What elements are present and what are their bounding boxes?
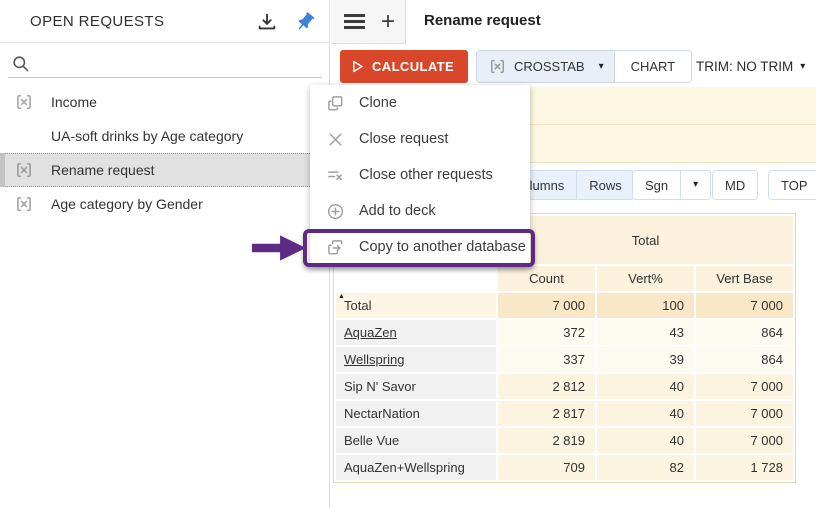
crosstab-dropdown-caret[interactable]: ▾ — [595, 51, 614, 82]
cell-value: 709 — [498, 455, 595, 480]
cell-value: 864 — [696, 347, 793, 372]
cell-value: 337 — [498, 347, 595, 372]
crosstab-icon — [489, 58, 506, 75]
top-toggle: TOP — [768, 170, 816, 200]
sidebar-item-age-by-gender[interactable]: Age category by Gender — [0, 187, 330, 221]
cell-value: 1 728 — [696, 455, 793, 480]
crosstab-icon — [15, 161, 33, 179]
sidebar-item-rename-request[interactable]: Rename request — [0, 153, 330, 187]
table-row: AquaZen 372 43 864 — [336, 320, 793, 345]
trim-dropdown[interactable]: TRIM: NO TRIM ▾ — [696, 50, 805, 83]
crosstab-icon — [15, 93, 33, 111]
table-row: NectarNation 2 817 40 7 000 — [336, 401, 793, 426]
cell-value: 372 — [498, 320, 595, 345]
total-column-group-header[interactable]: Total — [498, 216, 793, 264]
request-context-menu: Clone Close request Close other requests — [310, 85, 530, 265]
table-row: ▲ Total 7 000 100 7 000 — [336, 293, 793, 318]
sidebar-item-income[interactable]: Income — [0, 85, 330, 119]
column-header-count[interactable]: Count — [498, 266, 595, 291]
chevron-down-icon: ▾ — [693, 180, 698, 190]
sidebar-item-label: UA-soft drinks by Age category — [51, 128, 243, 144]
row-label-aquazen-wellspring: AquaZen+Wellspring — [336, 455, 496, 480]
table-row: Sip N' Savor 2 812 40 7 000 — [336, 374, 793, 399]
sidebar-item-ua-soft-drinks[interactable]: UA-soft drinks by Age category — [0, 119, 330, 153]
tab-strip: + — [331, 0, 406, 44]
cell-value: 7 000 — [498, 293, 595, 318]
sgn-split-button: Sgn ▾ — [632, 170, 711, 200]
row-label-nectarnation: NectarNation — [336, 401, 496, 426]
clone-icon — [326, 94, 345, 113]
play-icon — [350, 59, 365, 74]
row-label-aquazen[interactable]: AquaZen — [336, 320, 496, 345]
cell-value: 43 — [597, 320, 694, 345]
pin-icon[interactable] — [294, 11, 316, 33]
menu-item-copy-to-another-database[interactable]: Copy to another database — [310, 229, 530, 265]
table-row: AquaZen+Wellspring 709 82 1 728 — [336, 455, 793, 480]
cell-value: 2 817 — [498, 401, 595, 426]
cell-value: 82 — [597, 455, 694, 480]
open-requests-list: Income UA-soft drinks by Age category Re… — [0, 85, 330, 221]
open-requests-header: OPEN REQUESTS — [0, 0, 329, 43]
row-label-belle-vue: Belle Vue — [336, 428, 496, 453]
menu-item-add-to-deck[interactable]: Add to deck — [310, 193, 530, 229]
cell-value: 40 — [597, 374, 694, 399]
add-tab-button[interactable]: + — [375, 8, 401, 36]
menu-item-close-other-requests[interactable]: Close other requests — [310, 157, 530, 193]
add-circle-icon — [326, 202, 345, 221]
table-row: Belle Vue 2 819 40 7 000 — [336, 428, 793, 453]
chart-view-button[interactable]: CHART — [614, 51, 692, 82]
cell-value: 40 — [597, 401, 694, 426]
panel-title: OPEN REQUESTS — [30, 13, 164, 30]
search-underline — [8, 77, 322, 78]
row-label-total: ▲ Total — [336, 293, 496, 318]
menu-item-close-request[interactable]: Close request — [310, 121, 530, 157]
menu-icon[interactable] — [344, 14, 365, 29]
chevron-down-icon: ▾ — [599, 62, 604, 72]
menu-item-clone[interactable]: Clone — [310, 85, 530, 121]
sidebar-item-label: Income — [51, 94, 97, 110]
row-label-wellspring[interactable]: Wellspring — [336, 347, 496, 372]
app-window: OPEN REQUESTS — [0, 0, 816, 508]
chevron-down-icon: ▾ — [800, 62, 805, 72]
cell-value: 7 000 — [696, 401, 793, 426]
sgn-button[interactable]: Sgn — [633, 171, 680, 199]
sort-ascending-icon: ▲ — [338, 293, 345, 300]
column-header-vertpct[interactable]: Vert% — [597, 266, 694, 291]
cell-value: 7 000 — [696, 374, 793, 399]
top-button[interactable]: TOP — [769, 171, 816, 199]
crosstab-view-button[interactable]: CROSSTAB — [477, 51, 595, 82]
copy-arrow-icon — [326, 238, 345, 257]
cell-value: 7 000 — [696, 293, 793, 318]
cell-value: 100 — [597, 293, 694, 318]
close-other-icon — [326, 166, 345, 185]
search-icon — [11, 54, 30, 73]
sidebar-item-label: Rename request — [51, 162, 155, 178]
download-icon[interactable] — [256, 11, 278, 33]
close-icon — [326, 130, 345, 149]
sidebar-item-label: Age category by Gender — [51, 196, 203, 212]
cell-value: 2 812 — [498, 374, 595, 399]
calculate-button[interactable]: CALCULATE — [340, 50, 468, 83]
crosstab-icon — [15, 195, 33, 213]
md-toggle: MD — [712, 170, 758, 200]
column-header-vertbase[interactable]: Vert Base — [696, 266, 793, 291]
row-label-sip-n-savor: Sip N' Savor — [336, 374, 496, 399]
cell-value: 40 — [597, 428, 694, 453]
pie-chart-icon — [15, 127, 33, 145]
cell-value: 39 — [597, 347, 694, 372]
view-switcher: CROSSTAB ▾ CHART — [476, 50, 692, 83]
cell-value: 2 819 — [498, 428, 595, 453]
sgn-dropdown-caret[interactable]: ▾ — [680, 171, 710, 199]
page-title: Rename request — [424, 12, 541, 29]
table-row: Wellspring 337 39 864 — [336, 347, 793, 372]
md-button[interactable]: MD — [713, 171, 757, 199]
cell-value: 864 — [696, 320, 793, 345]
request-search[interactable] — [0, 43, 330, 84]
cell-value: 7 000 — [696, 428, 793, 453]
rows-button[interactable]: Rows — [576, 171, 634, 199]
open-requests-panel: OPEN REQUESTS — [0, 0, 330, 508]
